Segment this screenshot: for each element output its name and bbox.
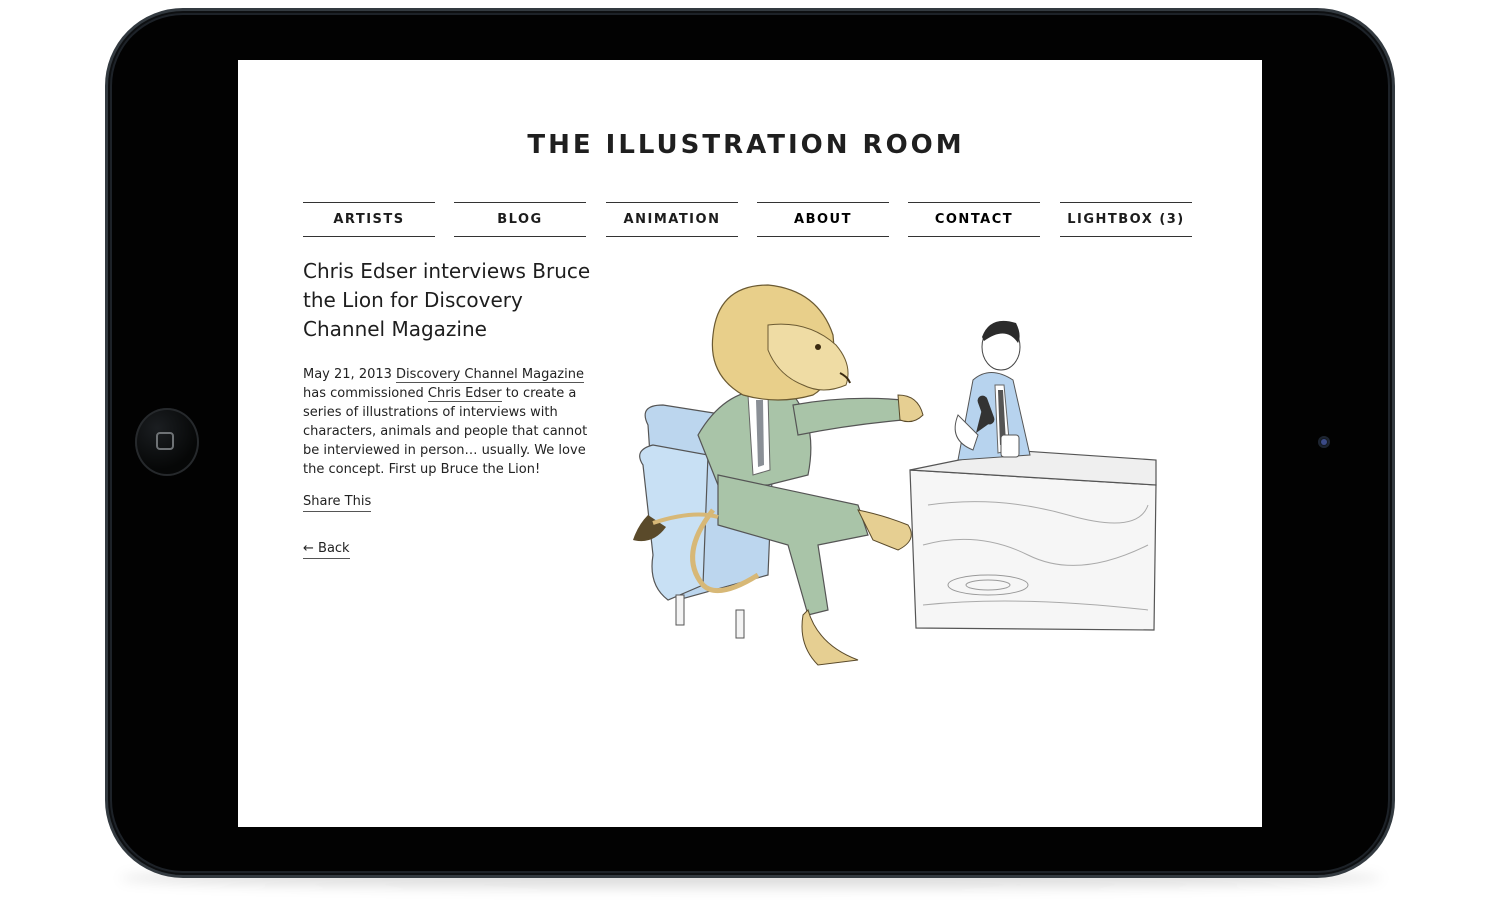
back-link[interactable]: ← Back	[303, 540, 350, 559]
share-link[interactable]: Share This	[303, 493, 372, 512]
camera-icon	[1318, 436, 1330, 448]
home-square-icon	[156, 432, 174, 450]
post-date: May 21, 2013	[303, 367, 392, 382]
host	[954, 320, 1031, 461]
lion-interview-illustration[interactable]	[618, 255, 1166, 702]
nav-item-lightbox[interactable]: LIGHTBOX (3)	[1060, 202, 1192, 237]
nav-item-about[interactable]: ABOUT	[757, 202, 889, 237]
camera-lens	[1321, 439, 1327, 445]
magazine-link[interactable]: Discovery Channel Magazine	[396, 367, 584, 383]
nav-item-blog[interactable]: BLOG	[454, 202, 586, 237]
home-button[interactable]	[135, 408, 199, 476]
post-text-1: has commissioned	[303, 386, 428, 401]
post-title: Chris Edser interviews Bruce the Lion fo…	[303, 259, 591, 341]
main-nav: ARTISTS BLOG ANIMATION ABOUT CONTACT LIG…	[303, 202, 1192, 237]
artist-link[interactable]: Chris Edser	[427, 386, 502, 402]
desk	[909, 449, 1157, 631]
nav-item-artists[interactable]: ARTISTS	[303, 202, 435, 237]
nav-item-contact[interactable]: CONTACT	[908, 202, 1040, 237]
screen: THE ILLUSTRATION ROOM ARTISTS BLOG ANIMA…	[238, 60, 1262, 827]
site-title[interactable]: THE ILLUSTRATION ROOM	[238, 130, 1254, 160]
post-body: May 21, 2013 Discovery Channel Magazine …	[303, 365, 588, 479]
nav-item-animation[interactable]: ANIMATION	[606, 202, 738, 237]
